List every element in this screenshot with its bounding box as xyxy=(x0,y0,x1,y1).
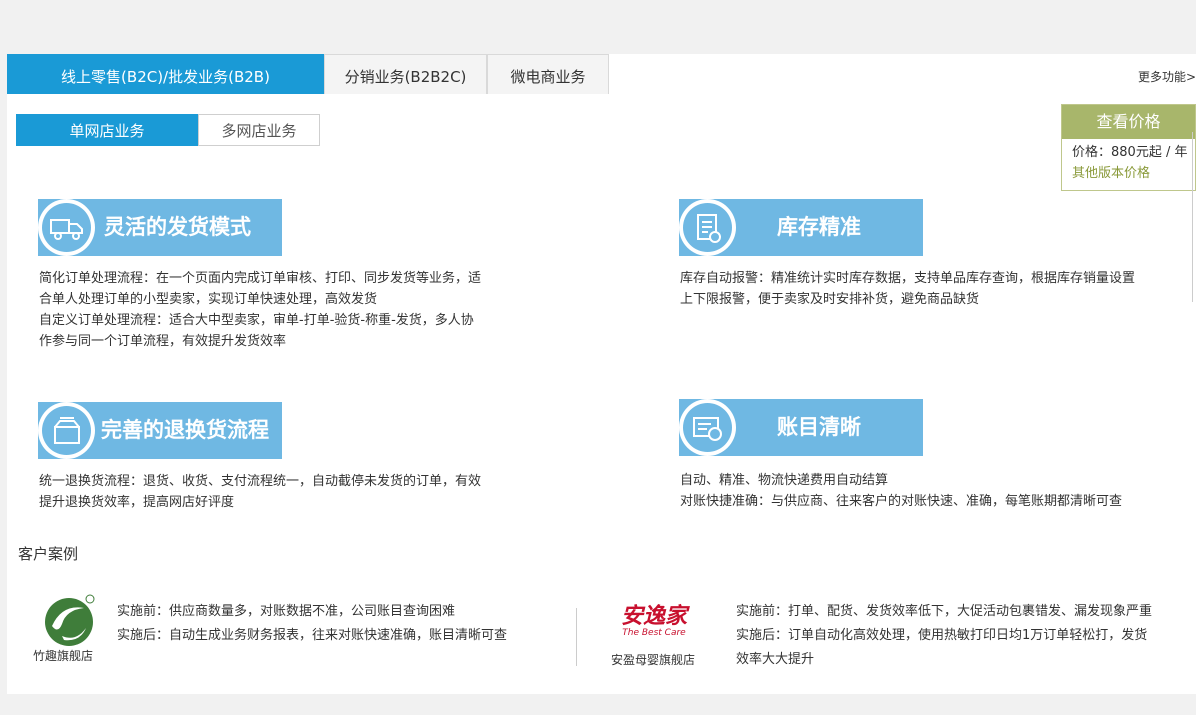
subtab-multi-store[interactable]: 多网店业务 xyxy=(198,114,320,146)
view-price-button[interactable]: 查看价格 xyxy=(1062,105,1195,139)
tab-distribution[interactable]: 分销业务(B2B2C) xyxy=(324,54,487,94)
truck-icon xyxy=(49,218,83,240)
tab-online-retail[interactable]: 线上零售(B2C)/批发业务(B2B) xyxy=(7,54,324,94)
case-logo-caption: 竹趣旗舰店 xyxy=(33,649,94,663)
subtab-single-store[interactable]: 单网店业务 xyxy=(16,114,198,146)
business-tabs: 线上零售(B2C)/批发业务(B2B) 分销业务(B2B2C) 微电商业务 xyxy=(7,54,609,94)
feature-title: 库存精准 xyxy=(777,215,861,239)
inventory-list-icon xyxy=(696,213,721,243)
case-logo-anyijia: 安逸家 The Best Care xyxy=(617,604,691,638)
accounting-icon xyxy=(692,416,722,441)
zhuqu-logo-icon xyxy=(45,594,95,646)
more-features-link[interactable]: 更多功能> xyxy=(1138,68,1196,85)
case-description: 实施前：供应商数量多，对账数据不准，公司账目查询困难 实施后：自动生成业务财务报… xyxy=(117,604,508,643)
feature-description: 简化订单处理流程：在一个页面内完成订单审核、打印、同步发货等业务，适 合单人处理… xyxy=(39,271,482,349)
tab-micro-ecommerce[interactable]: 微电商业务 xyxy=(487,54,609,94)
store-subtabs: 单网店业务 多网店业务 xyxy=(16,114,320,146)
feature-title: 账目清晰 xyxy=(777,415,861,439)
side-scrollbar[interactable] xyxy=(1192,132,1196,302)
price-box: 查看价格 价格：880元起 / 年 其他版本价格 xyxy=(1061,104,1196,191)
return-box-icon xyxy=(53,416,80,444)
feature-description: 自动、精准、物流快递费用自动结算 对账快捷准确：与供应商、往来客户的对账快速、准… xyxy=(680,473,1123,509)
case-logo-zhuqu xyxy=(40,592,98,650)
anyijia-logo-text: 安逸家 xyxy=(620,603,687,629)
feature-banner-shipping: 灵活的发货模式 xyxy=(38,199,282,256)
main-panel: 线上零售(B2C)/批发业务(B2B) 分销业务(B2B2C) 微电商业务 更多… xyxy=(7,54,1196,694)
case-divider xyxy=(576,608,577,666)
cases-title: 客户案例 xyxy=(18,545,79,563)
feature-description: 统一退换货流程：退货、收货、支付流程统一，自动截停未发货的订单，有效 提升退换货… xyxy=(39,474,482,510)
feature-banner-returns: 完善的退换货流程 xyxy=(38,402,282,459)
case-description: 实施前：打单、配货、发货效率低下，大促活动包裹错发、漏发现象严重 实施后：订单自… xyxy=(736,604,1153,667)
price-text: 价格：880元起 / 年 xyxy=(1072,145,1188,160)
feature-description: 库存自动报警：精准统计实时库存数据，支持单品库存查询，根据库存销量设置 上下限报… xyxy=(680,271,1136,307)
other-versions-link[interactable]: 其他版本价格 xyxy=(1062,160,1195,181)
feature-banner-inventory: 库存精准 xyxy=(679,199,923,256)
anyijia-logo-sub: The Best Care xyxy=(622,628,686,638)
feature-banner-accounting: 账目清晰 xyxy=(679,399,923,456)
feature-title: 灵活的发货模式 xyxy=(104,215,251,239)
feature-title: 完善的退换货流程 xyxy=(101,418,269,442)
case-logo-caption: 安盈母婴旗舰店 xyxy=(611,653,696,667)
